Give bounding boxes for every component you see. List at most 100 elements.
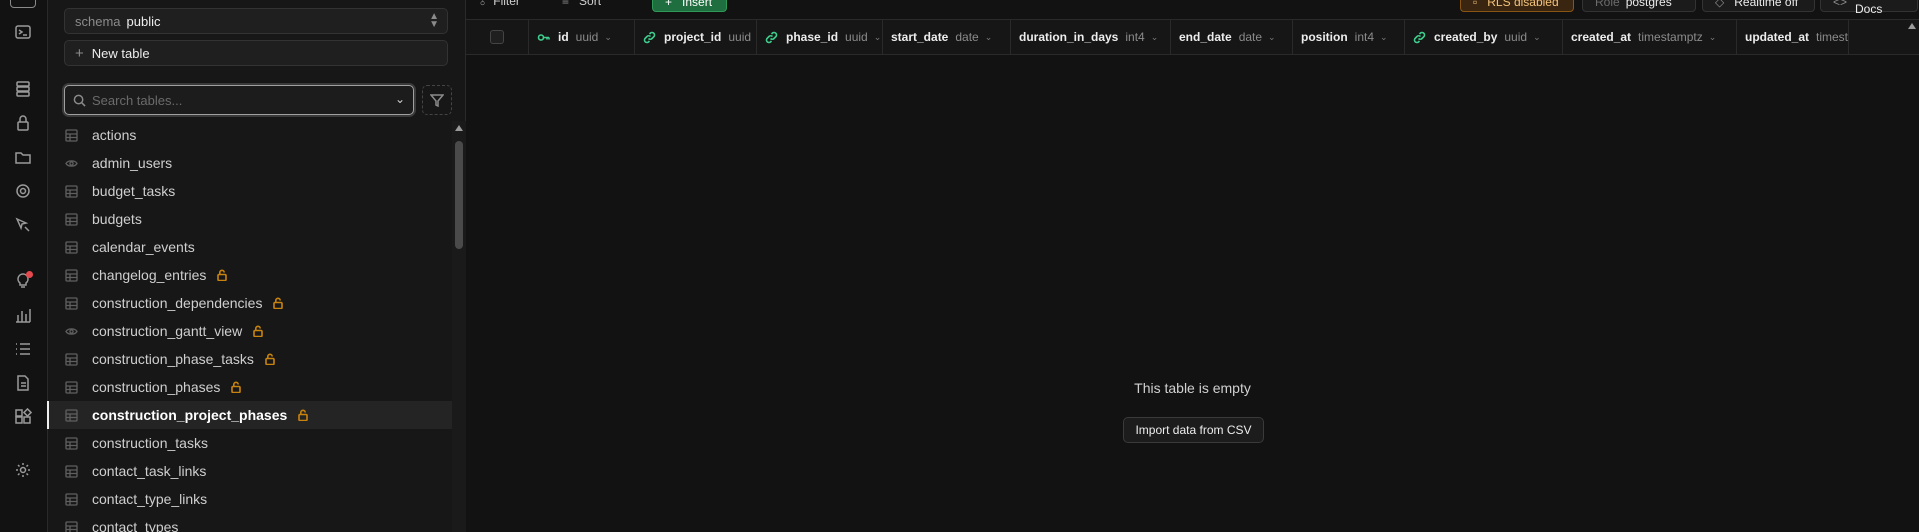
schema-label: schema <box>75 13 121 29</box>
sidebar-table-item[interactable]: budget_tasks <box>48 177 452 205</box>
sidebar-table-item[interactable]: budgets <box>48 205 452 233</box>
rls-status-button[interactable]: ▫ RLS disabled <box>1460 0 1574 12</box>
column-menu-chevron-icon[interactable]: ⌄ <box>1709 32 1717 43</box>
new-table-button[interactable]: + New table <box>64 40 448 66</box>
column-header[interactable]: id uuid ⌄ <box>529 20 635 54</box>
auth-icon[interactable] <box>12 112 34 134</box>
advisors-icon[interactable] <box>12 270 34 292</box>
grid-toolbar: ⫰ Filter ≡ Sort + Insert ▫ RLS disabled … <box>466 0 1919 16</box>
realtime-icon[interactable] <box>12 214 34 236</box>
column-header[interactable]: phase_id uuid ⌄ <box>757 20 883 54</box>
realtime-label: Realtime off <box>1734 0 1799 9</box>
column-menu-chevron-icon[interactable]: ⌄ <box>604 32 612 43</box>
api-docs-label: API Docs <box>1855 0 1883 16</box>
column-menu-chevron-icon[interactable]: ⌄ <box>985 32 993 43</box>
storage-icon[interactable] <box>12 146 34 168</box>
column-header[interactable]: position int4 ⌄ <box>1293 20 1405 54</box>
table-name: budget_tasks <box>92 183 176 199</box>
scroll-up-arrow[interactable] <box>455 125 463 131</box>
sidebar-table-item[interactable]: changelog_entries <box>48 261 452 289</box>
chevron-updown-icon: ▲ ▼ <box>429 11 439 30</box>
sidebar-table-item[interactable]: construction_tasks <box>48 429 452 457</box>
column-header[interactable]: end_date date ⌄ <box>1171 20 1293 54</box>
select-all-checkbox[interactable] <box>490 30 504 44</box>
table-icon <box>64 352 78 366</box>
view-icon <box>64 324 78 338</box>
filter-icon: ⫰ <box>480 0 486 8</box>
sidebar-table-item[interactable]: calendar_events <box>48 233 452 261</box>
sidebar-table-item[interactable]: construction_dependencies <box>48 289 452 317</box>
column-header[interactable]: updated_attimestamptz⌄ <box>1737 20 1849 54</box>
shield-icon: ▫ <box>1473 0 1478 9</box>
table-name: changelog_entries <box>92 267 207 283</box>
import-csv-button[interactable]: Import data from CSV <box>1123 417 1264 443</box>
link-icon <box>1413 31 1426 44</box>
search-input[interactable] <box>92 92 382 108</box>
column-name: created_at <box>1571 30 1632 44</box>
table-grid-area: ⫰ Filter ≡ Sort + Insert ▫ RLS disabled … <box>466 0 1919 532</box>
unlocked-icon <box>297 409 309 421</box>
column-header[interactable]: start_date date ⌄ <box>883 20 1011 54</box>
column-name: updated_at <box>1745 30 1810 44</box>
sidebar-table-item[interactable]: construction_gantt_view <box>48 317 452 345</box>
sidebar-table-item[interactable]: construction_project_phases <box>47 401 452 429</box>
filter-tables-button[interactable] <box>422 85 452 115</box>
code-icon: <> <box>1833 0 1848 9</box>
realtime-toggle[interactable]: ◇ Realtime off <box>1702 0 1815 12</box>
api-docs-button[interactable]: <> API Docs <box>1820 0 1918 16</box>
column-header[interactable]: created_by uuid ⌄ <box>1405 20 1563 54</box>
column-menu-chevron-icon[interactable]: ⌄ <box>1380 32 1388 43</box>
table-editor-icon[interactable] <box>10 0 36 8</box>
schema-select[interactable]: schema public ▲ ▼ <box>64 8 448 34</box>
api-docs-icon[interactable] <box>12 372 34 394</box>
scroll-up-arrow[interactable] <box>1908 23 1916 29</box>
table-name: construction_gantt_view <box>92 323 243 339</box>
unlocked-icon <box>230 381 242 393</box>
settings-icon[interactable] <box>12 459 34 481</box>
table-list: actions admin_users budget_tasksbudgets cal… <box>47 121 452 532</box>
sidebar-table-item[interactable]: contact_task_links <box>48 457 452 485</box>
table-name: budgets <box>92 211 142 227</box>
sort-button[interactable]: ≡ Sort <box>562 0 601 8</box>
table-icon <box>64 380 78 394</box>
table-icon <box>64 268 78 282</box>
table-icon <box>64 184 78 198</box>
sidebar-table-item[interactable]: contact_type_links <box>48 485 452 513</box>
insert-button[interactable]: + Insert <box>652 0 727 12</box>
integrations-icon[interactable] <box>12 406 34 428</box>
reports-icon[interactable] <box>12 304 34 326</box>
column-type: int4 <box>1125 30 1145 44</box>
logs-icon[interactable] <box>12 338 34 360</box>
column-menu-chevron-icon[interactable]: ⌄ <box>1268 32 1276 43</box>
column-menu-chevron-icon[interactable]: ⌄ <box>874 32 882 43</box>
database-icon[interactable] <box>12 78 34 100</box>
column-header[interactable]: project_iduuid⌄ <box>635 20 757 54</box>
table-name: construction_project_phases <box>92 407 288 423</box>
unlocked-icon <box>272 297 284 309</box>
grid-scrollbar[interactable] <box>1905 19 1919 532</box>
column-header[interactable]: duration_in_days int4 ⌄ <box>1011 20 1171 54</box>
sidebar-scrollbar[interactable] <box>452 121 466 532</box>
edge-functions-icon[interactable] <box>12 180 34 202</box>
empty-state-message: This table is empty <box>1134 380 1251 396</box>
table-icon <box>64 408 78 422</box>
sql-editor-icon[interactable] <box>12 21 34 43</box>
table-icon <box>64 464 78 478</box>
notification-dot <box>26 271 33 278</box>
scroll-thumb[interactable] <box>455 141 463 249</box>
role-select[interactable]: Role postgres <box>1582 0 1696 12</box>
column-type: uuid <box>728 30 752 44</box>
sidebar-table-item[interactable]: actions <box>48 121 452 149</box>
sidebar-table-item[interactable]: contact_types <box>48 513 452 532</box>
sidebar-table-item[interactable]: construction_phase_tasks <box>48 345 452 373</box>
filter-button[interactable]: ⫰ Filter <box>480 0 520 8</box>
table-icon <box>64 128 78 142</box>
column-header[interactable]: created_at timestamptz ⌄ <box>1563 20 1737 54</box>
column-type: date <box>955 30 979 44</box>
collapse-chevrons-icon[interactable]: ⌄ <box>395 92 405 106</box>
column-menu-chevron-icon[interactable]: ⌄ <box>1533 32 1541 43</box>
filter-icon <box>430 94 444 107</box>
sidebar-table-item[interactable]: admin_users <box>48 149 452 177</box>
column-menu-chevron-icon[interactable]: ⌄ <box>1151 32 1159 43</box>
sidebar-table-item[interactable]: construction_phases <box>48 373 452 401</box>
